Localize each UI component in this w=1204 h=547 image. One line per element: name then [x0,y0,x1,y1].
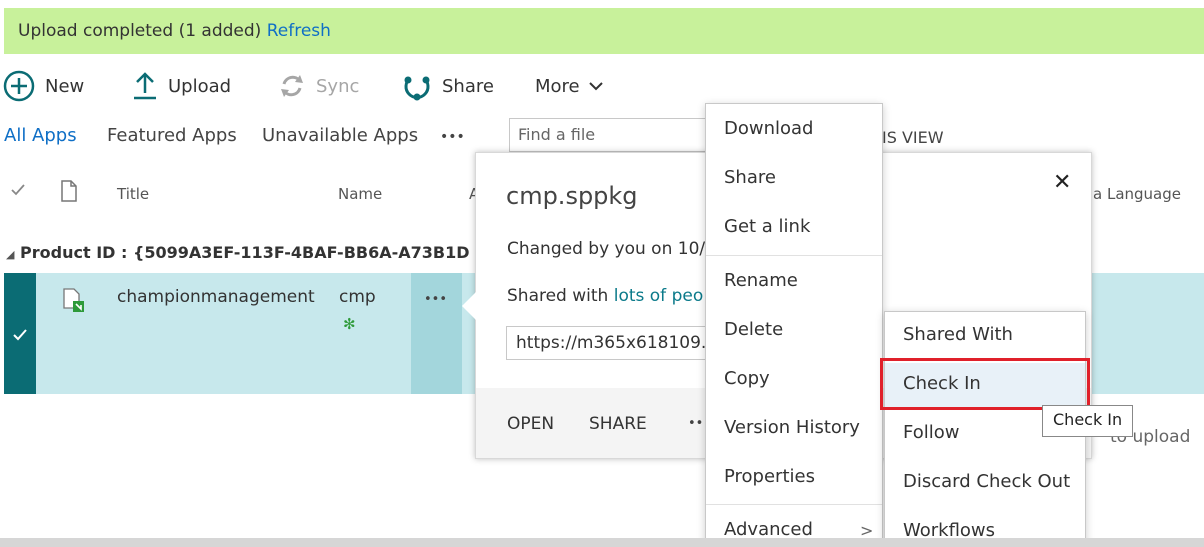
plus-circle-icon [3,70,35,102]
horizontal-scrollbar[interactable] [0,538,1204,547]
document-icon [61,180,77,202]
row-selected-check[interactable] [4,273,36,394]
chevron-down-icon [588,82,603,91]
column-language[interactable]: a Language [1093,185,1181,203]
shared-with-label: Shared with [507,286,609,306]
menu-item-rename[interactable]: Rename [724,270,798,291]
checkmark-icon [11,184,25,196]
more-button[interactable]: More [535,70,614,102]
sync-button[interactable]: Sync [278,70,359,102]
close-icon[interactable]: ✕ [1053,170,1071,195]
sync-icon [281,75,303,97]
menu-item-properties[interactable]: Properties [724,466,815,487]
column-name[interactable]: Name [338,185,382,203]
share-icon [404,76,430,101]
row-ellipsis-cell[interactable]: ••• [411,273,462,394]
more-label: More [535,75,580,97]
save-view-link[interactable]: IS VIEW [882,128,944,147]
sync-label: Sync [316,75,360,97]
menu-separator [706,255,882,256]
refresh-link[interactable]: Refresh [267,21,331,41]
row-title[interactable]: championmanagement [117,287,315,307]
new-button[interactable]: New [3,70,84,102]
check-in-tooltip: Check In [1042,405,1134,437]
group-label: Product ID : {5099A3EF-113F-4BAF-BB6A-A7… [20,243,470,262]
share-button[interactable]: Share [402,70,494,102]
submenu-item-shared-with[interactable]: Shared With [903,324,1013,345]
tab-all-apps[interactable]: All Apps [4,125,77,146]
menu-item-get-link[interactable]: Get a link [724,216,810,237]
upload-status-text: Upload completed (1 added) [18,21,262,41]
context-menu: Download Share Get a link Rename Delete … [705,103,883,547]
menu-item-download[interactable]: Download [724,118,813,139]
row-more-button[interactable]: ••• [424,292,447,307]
submenu-item-follow[interactable]: Follow [903,422,959,443]
collapse-triangle-icon: ◢ [6,248,15,261]
menu-item-delete[interactable]: Delete [724,319,783,340]
new-item-badge-icon: ✻ [343,315,356,333]
share-label: Share [442,75,494,97]
callout-shared-with: Shared with lots of peo [507,286,703,306]
file-type-header-icon[interactable] [60,180,78,206]
find-file-input[interactable]: Find a file [509,118,709,152]
group-header[interactable]: ◢ Product ID : {5099A3EF-113F-4BAF-BB6A-… [6,243,470,262]
checkmark-icon [13,329,27,341]
sppkg-file-icon [62,288,86,319]
new-label: New [45,75,85,97]
menu-item-copy[interactable]: Copy [724,368,770,389]
upload-status-banner: Upload completed (1 added) Refresh [4,8,1204,54]
highlight-box [880,358,1090,410]
submenu-item-discard-check-out[interactable]: Discard Check Out [903,471,1070,492]
upload-button[interactable]: Upload [132,70,231,102]
menu-item-version-history[interactable]: Version History [724,417,860,438]
shared-with-link[interactable]: lots of peo [614,286,704,306]
callout-filename: cmp.sppkg [506,182,638,210]
menu-item-advanced[interactable]: Advanced [724,519,813,540]
upload-label: Upload [168,75,232,97]
callout-open-button[interactable]: OPEN [507,414,554,434]
menu-item-share[interactable]: Share [724,167,776,188]
menu-separator [706,504,882,505]
callout-share-button[interactable]: SHARE [589,414,647,434]
tab-unavailable-apps[interactable]: Unavailable Apps [262,125,418,146]
callout-changed-by: Changed by you on 10/ [507,239,706,259]
callout-url-field[interactable]: https://m365x618109. [506,326,716,360]
column-title[interactable]: Title [117,185,149,203]
row-name: cmp [339,287,376,307]
select-all-check[interactable] [10,182,26,202]
callout-beak [462,292,476,320]
views-more-button[interactable]: ••• [440,129,465,145]
callout-more-button[interactable]: •• [688,416,703,431]
tab-featured-apps[interactable]: Featured Apps [107,125,237,146]
upload-arrow-icon [134,72,156,100]
